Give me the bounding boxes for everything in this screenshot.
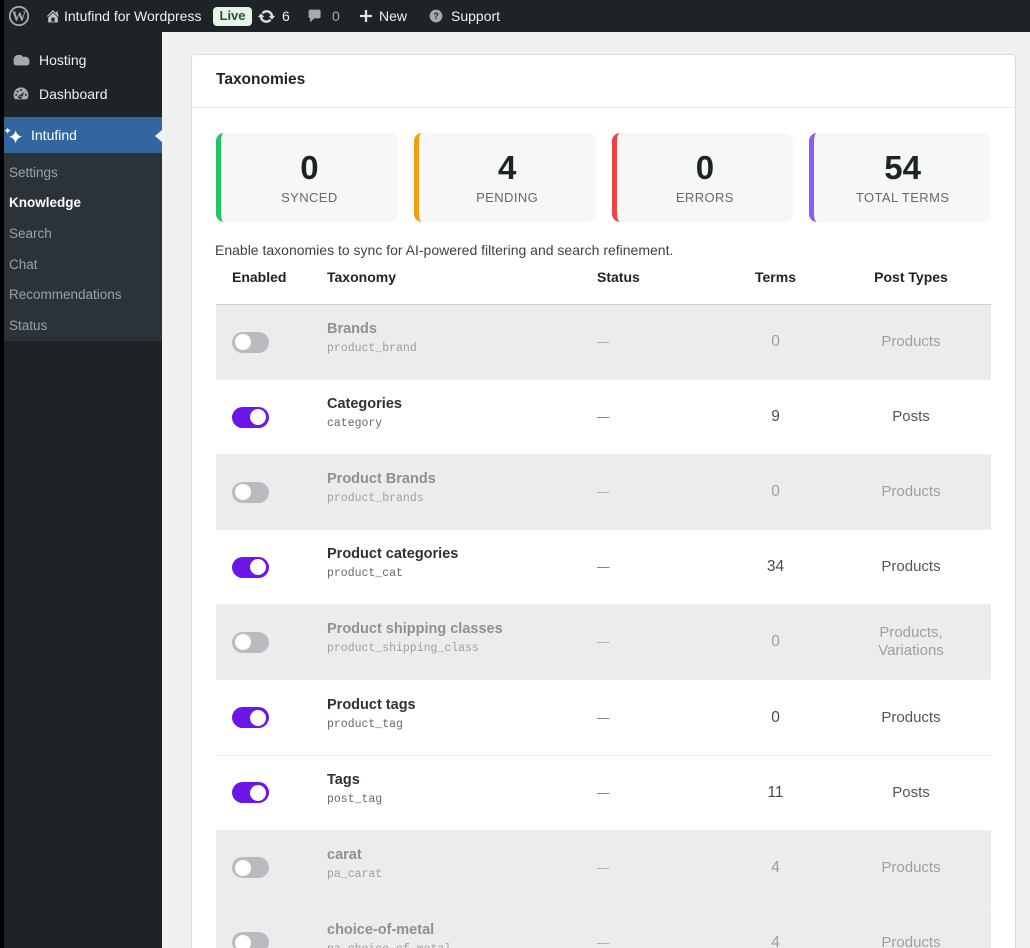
svg-text:?: ?	[433, 11, 438, 21]
svg-text:W: W	[12, 9, 27, 25]
